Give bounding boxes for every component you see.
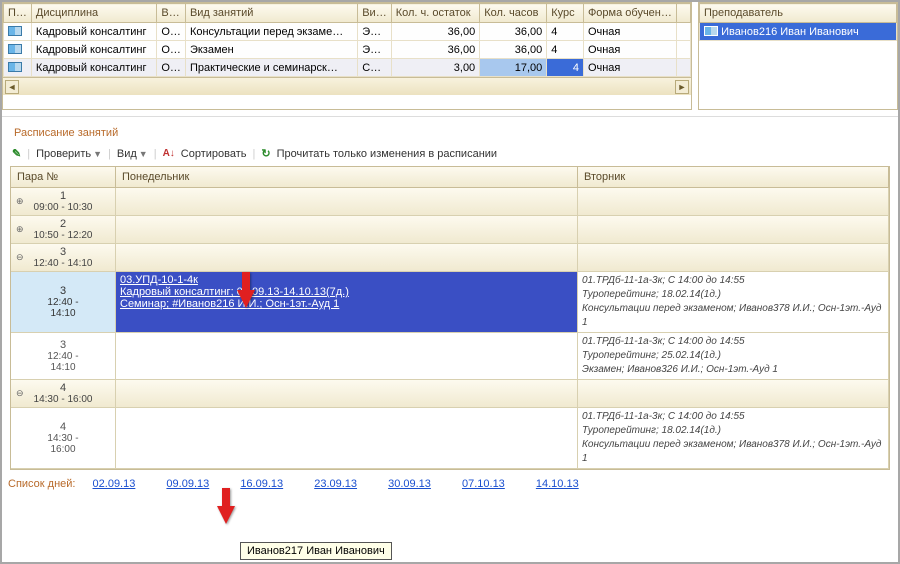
col-header[interactable]: П… [4, 4, 32, 23]
cell: 36,00 [480, 23, 547, 41]
col-header[interactable]: В… [157, 4, 186, 23]
cell: Э… [358, 41, 391, 59]
pencil-icon[interactable]: ✎ [12, 147, 21, 160]
day-link[interactable]: 16.09.13 [240, 478, 283, 490]
view-button[interactable]: Вид▼ [117, 148, 148, 160]
cell: 36,00 [480, 41, 547, 59]
table-row[interactable]: Кадровый консалтинг О… Консультации пере… [4, 23, 691, 41]
col-header[interactable]: Вид занятий [185, 4, 357, 23]
cell: Очная [583, 59, 676, 77]
col-tuesday[interactable]: Вторник [578, 167, 889, 188]
chevron-down-icon: ▼ [137, 149, 148, 159]
discipline-link[interactable]: Кадровый консалтинг; 02.09.13-14.10.13(7… [120, 286, 349, 298]
day-list: Список дней: 02.09.13 09.09.13 16.09.13 … [2, 470, 898, 494]
slot-header-4[interactable]: ⊖ 4 14:30 - 16:00 [11, 380, 889, 408]
col-header[interactable]: Ви… [358, 4, 391, 23]
discipline-grid[interactable]: П… Дисциплина В… Вид занятий Ви… Кол. ч.… [2, 2, 692, 110]
collapse-icon[interactable]: ⊖ [16, 252, 24, 263]
teacher-selected-row[interactable]: Иванов216 Иван Иванович [700, 23, 897, 41]
cell: О… [157, 59, 186, 77]
day-link[interactable]: 09.09.13 [166, 478, 209, 490]
detail-link[interactable]: Семинар; #Иванов216 И.И.; Осн-1эт.-Ауд 1 [120, 298, 339, 310]
cell: Очная [583, 23, 676, 41]
cell: Э… [358, 23, 391, 41]
schedule-cell-selected[interactable]: 03.УПД-10-1-4к Кадровый консалтинг; 02.0… [116, 272, 578, 333]
chevron-down-icon: ▼ [91, 149, 102, 159]
tooltip: Иванов217 Иван Иванович [240, 542, 392, 560]
chart-icon [8, 26, 22, 36]
schedule-cell[interactable]: 01.ТРДб-11-1а-3к; С 14:00 до 14:55 Туроп… [578, 272, 889, 333]
slot-header-2[interactable]: ⊕ 2 10:50 - 12:20 [11, 216, 889, 244]
col-header[interactable]: Кол. ч. остаток [391, 4, 479, 23]
section-title: Расписание занятий [2, 116, 898, 143]
expand-icon[interactable]: ⊕ [16, 224, 24, 235]
day-link[interactable]: 30.09.13 [388, 478, 431, 490]
grid-header-row: П… Дисциплина В… Вид занятий Ви… Кол. ч.… [4, 4, 691, 23]
day-link[interactable]: 07.10.13 [462, 478, 505, 490]
col-header[interactable]: Дисциплина [31, 4, 156, 23]
cell: Кадровый консалтинг [31, 23, 156, 41]
teacher-header[interactable]: Преподаватель [700, 4, 897, 23]
refresh-icon: ↻ [261, 147, 270, 160]
slot-row-3a[interactable]: 3 12:40 - 14:10 03.УПД-10-1-4к Кадровый … [11, 272, 889, 333]
cell: Кадровый консалтинг [31, 41, 156, 59]
annotation-arrow-icon [217, 506, 235, 524]
sort-icon: A↓ [163, 148, 175, 159]
scroll-left-icon[interactable]: ◄ [5, 80, 19, 94]
scroll-right-icon[interactable]: ► [675, 80, 689, 94]
annotation-arrow-icon [237, 290, 255, 308]
cell: 36,00 [391, 23, 479, 41]
cell: Консультации перед экзаме… [185, 23, 357, 41]
cell: 4 [547, 41, 584, 59]
col-header[interactable]: Курс [547, 4, 584, 23]
slot-header-3[interactable]: ⊖ 3 12:40 - 14:10 [11, 244, 889, 272]
col-pair[interactable]: Пара № [11, 167, 116, 188]
toolbar: ✎ | Проверить▼ | Вид▼ | A↓ Сортировать |… [2, 143, 898, 164]
chart-icon [8, 62, 22, 72]
schedule-cell[interactable]: 01.ТРДб-11-1а-3к; С 14:00 до 14:55 Туроп… [578, 333, 889, 380]
cell: 4 [547, 23, 584, 41]
teacher-grid[interactable]: Преподаватель Иванов216 Иван Иванович [698, 2, 898, 110]
slot-row-4a[interactable]: 4 14:30 - 16:00 01.ТРДб-11-1а-3к; С 14:0… [11, 408, 889, 469]
horizontal-scrollbar[interactable]: ◄ ► [3, 77, 691, 95]
cell: 3,00 [391, 59, 479, 77]
col-header[interactable]: Форма обучен… [583, 4, 676, 23]
chart-icon [8, 44, 22, 54]
col-header-blank [676, 4, 690, 23]
cell: 36,00 [391, 41, 479, 59]
schedule-header: Пара № Понедельник Вторник [11, 167, 889, 188]
reread-button[interactable]: Прочитать только изменения в расписании [277, 148, 497, 160]
col-header[interactable]: Кол. часов [480, 4, 547, 23]
expand-icon[interactable]: ⊕ [16, 196, 24, 207]
day-link[interactable]: 02.09.13 [93, 478, 136, 490]
cell: Экзамен [185, 41, 357, 59]
cell: О… [157, 41, 186, 59]
group-link[interactable]: 03.УПД-10-1-4к [120, 274, 198, 286]
sort-button[interactable]: Сортировать [181, 148, 247, 160]
table-row[interactable]: Кадровый консалтинг О… Экзамен Э… 36,00 … [4, 41, 691, 59]
cell: 17,00 [480, 59, 547, 77]
cell-selected: 4 [547, 59, 584, 77]
teacher-name: Иванов216 Иван Иванович [721, 26, 859, 38]
schedule-grid: Пара № Понедельник Вторник ⊕ 1 09:00 - 1… [10, 166, 890, 470]
schedule-cell[interactable]: 01.ТРДб-11-1а-3к; С 14:00 до 14:55 Туроп… [578, 408, 889, 469]
check-button[interactable]: Проверить▼ [36, 148, 102, 160]
col-monday[interactable]: Понедельник [116, 167, 578, 188]
cell: С… [358, 59, 391, 77]
top-panels: П… Дисциплина В… Вид занятий Ви… Кол. ч.… [2, 2, 898, 110]
chart-icon [704, 26, 718, 36]
day-list-label: Список дней: [8, 478, 75, 490]
cell: О… [157, 23, 186, 41]
collapse-icon[interactable]: ⊖ [16, 388, 24, 399]
cell: Кадровый консалтинг [31, 59, 156, 77]
table-row-selected[interactable]: Кадровый консалтинг О… Практические и се… [4, 59, 691, 77]
slot-row-3b[interactable]: 3 12:40 - 14:10 01.ТРДб-11-1а-3к; С 14:0… [11, 333, 889, 380]
day-link[interactable]: 23.09.13 [314, 478, 357, 490]
day-link[interactable]: 14.10.13 [536, 478, 579, 490]
cell: Очная [583, 41, 676, 59]
cell: Практические и семинарск… [185, 59, 357, 77]
slot-header-1[interactable]: ⊕ 1 09:00 - 10:30 [11, 188, 889, 216]
